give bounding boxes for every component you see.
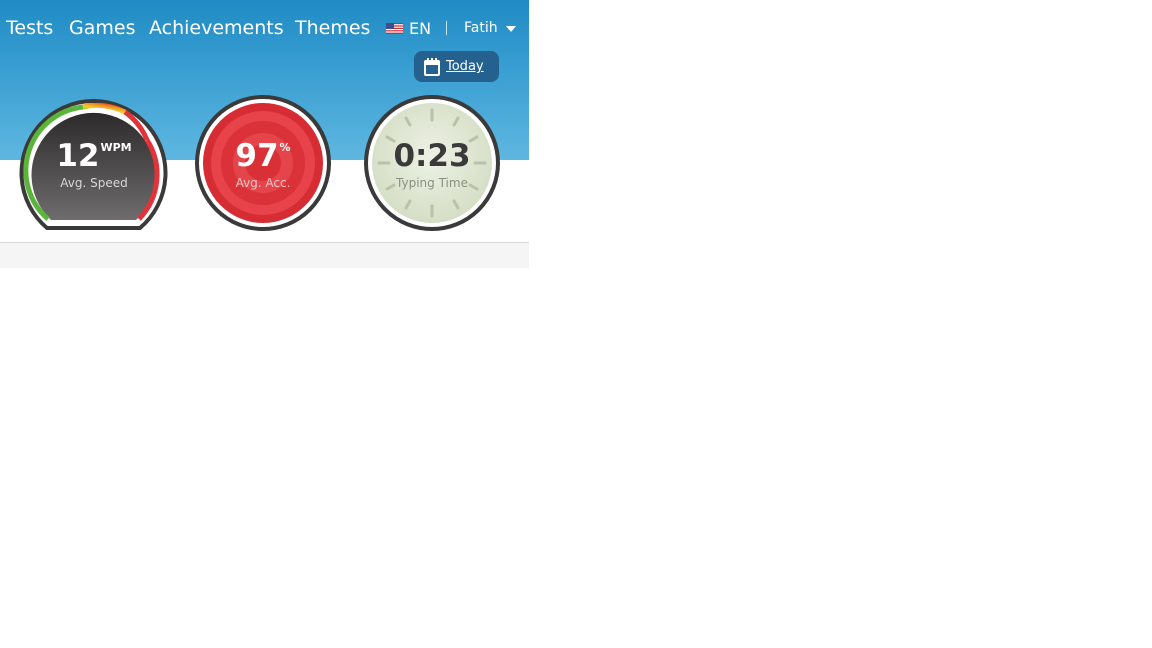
typing-time-value: 0:23 (393, 138, 471, 174)
accuracy-value: 97 (235, 138, 279, 174)
date-filter-label: Today (446, 59, 484, 74)
calendar-icon (424, 57, 440, 76)
footer-strip (0, 243, 529, 268)
accuracy-unit: % (279, 141, 291, 154)
accuracy-label: Avg. Acc. (235, 176, 291, 190)
speed-label: Avg. Speed (60, 176, 128, 190)
nav-games[interactable]: Games (69, 14, 135, 42)
typing-time-label: Typing Time (396, 176, 468, 190)
language-code: EN (409, 18, 432, 38)
nav-tests[interactable]: Tests (6, 14, 53, 42)
user-name: Fatih (464, 20, 498, 36)
nav-separator (446, 21, 447, 35)
nav-achievements[interactable]: Achievements (149, 14, 284, 42)
speed-unit: WPM (100, 141, 132, 154)
typing-time-dial: 0:23 Typing Time (363, 94, 501, 232)
nav-themes[interactable]: Themes (295, 14, 370, 42)
us-flag-icon (386, 22, 403, 34)
accuracy-dial: 97% Avg. Acc. (194, 94, 332, 232)
accuracy-value-wrap: 97% (194, 138, 332, 174)
date-filter-button[interactable]: Today (414, 51, 499, 82)
user-menu[interactable]: Fatih (464, 14, 516, 42)
speed-value: 12 (56, 138, 100, 174)
speed-dial: 12WPM Avg. Speed (19, 94, 168, 232)
stats-panel: Tests Games Achievements Themes EN Fatih (0, 0, 529, 268)
speed-value-wrap: 12WPM (25, 138, 163, 174)
language-selector[interactable]: EN (386, 14, 431, 42)
chevron-down-icon (505, 26, 516, 32)
